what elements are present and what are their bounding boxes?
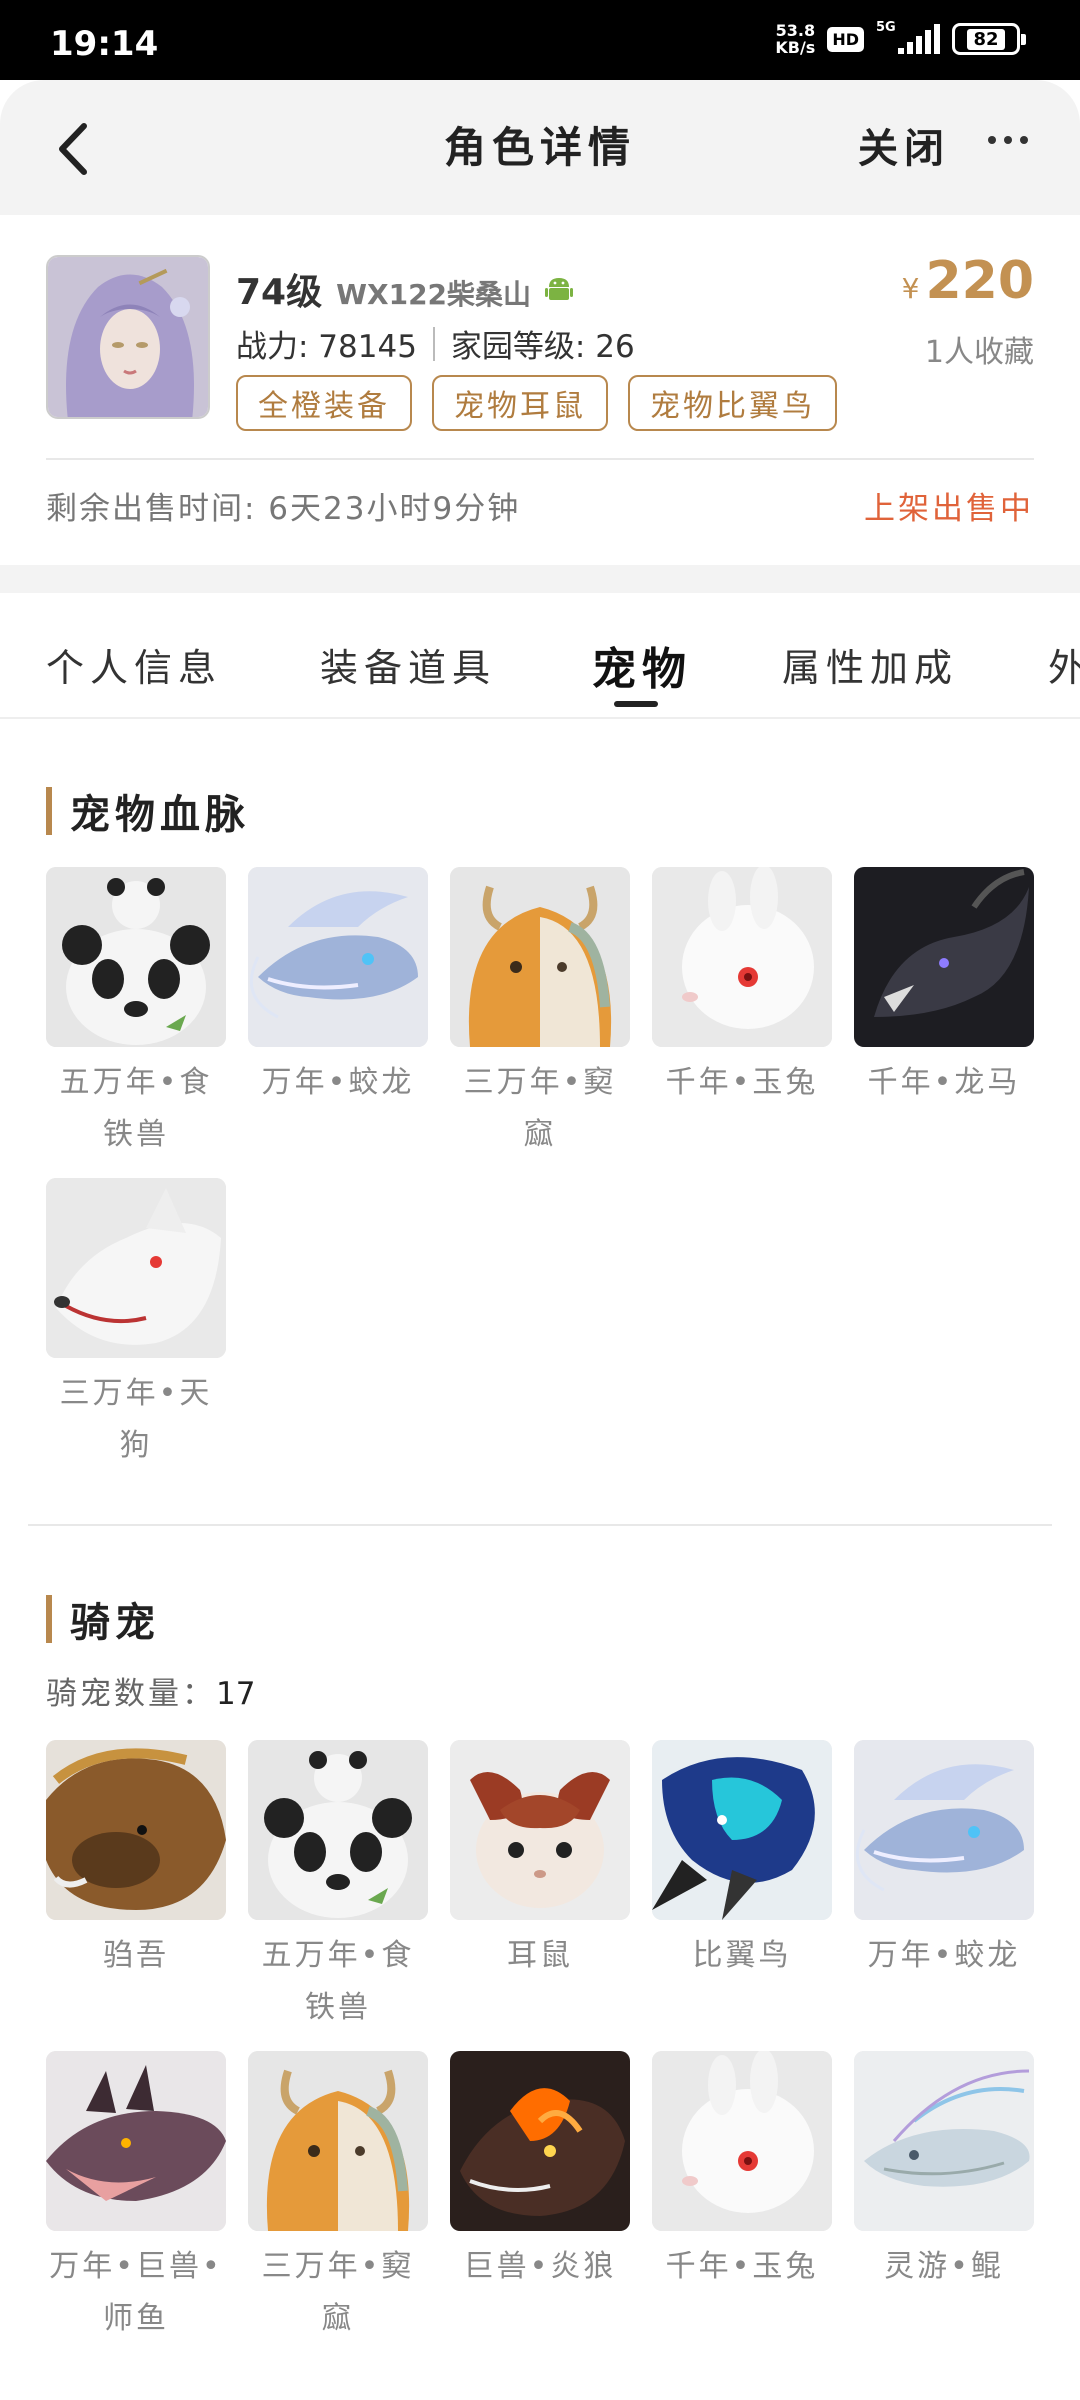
role-card: 74级 WX122柴桑山 战力: 78145 家园等级: 26 全橙装备 宠物耳…	[0, 215, 1080, 565]
rabbit-icon	[652, 867, 832, 1047]
android-icon	[545, 278, 574, 300]
pet-name: 耳鼠	[507, 1938, 573, 1973]
price-value: 220	[925, 251, 1034, 311]
more-icon[interactable]	[988, 136, 1028, 144]
pet-card[interactable]: 五万年•食铁兽	[46, 867, 226, 1161]
section-title: 宠物血脉	[70, 792, 250, 838]
pet-name: 五万年•食铁兽	[261, 1938, 415, 2025]
pet-name: 三万年•天狗	[59, 1376, 213, 1463]
pet-name: 千年•龙马	[867, 1065, 1021, 1100]
pet-name: 比翼鸟	[692, 1938, 792, 1973]
tab-attributes[interactable]: 属性加成	[782, 637, 958, 692]
pet-name: 巨兽•炎狼	[463, 2249, 617, 2284]
favorites-count: 1人收藏	[924, 335, 1034, 370]
pet-card[interactable]: 巨兽•炎狼	[450, 2051, 630, 2293]
tab-equipment[interactable]: 装备道具	[320, 637, 496, 692]
pet-name: 五万年•食铁兽	[59, 1065, 213, 1152]
bird-icon	[652, 1740, 832, 1920]
mount-count: 骑宠数量：17	[46, 1676, 256, 1712]
pet-name: 驺吾	[103, 1938, 169, 1973]
detail-tabs: 个人信息 装备道具 宠物 属性加成 外	[0, 593, 1080, 719]
pet-card[interactable]: 耳鼠	[450, 1740, 630, 1982]
battery-icon: 82	[952, 23, 1026, 55]
role-stats: 战力: 78145 家园等级: 26	[236, 321, 635, 366]
section-mounts-header: 骑宠	[46, 1590, 160, 1648]
price: ¥220	[902, 251, 1034, 311]
divider	[28, 1524, 1052, 1526]
pet-name: 三万年•窫窳	[463, 1065, 617, 1152]
network-speed: 53.8 KB/s	[775, 21, 816, 57]
pet-name: 三万年•窫窳	[261, 2249, 415, 2336]
pet-name: 灵游•鲲	[884, 2249, 1004, 2284]
divider	[432, 326, 435, 361]
dragon-icon	[854, 1740, 1034, 1920]
role-headline: 74级 WX122柴桑山	[236, 263, 574, 315]
role-server: WX122柴桑山	[336, 278, 532, 311]
dark-dragon-icon	[854, 867, 1034, 1047]
currency-symbol: ¥	[901, 272, 920, 305]
rabbit-icon	[652, 2051, 832, 2231]
pet-card[interactable]: 万年•蛟龙	[854, 1740, 1034, 1982]
pet-card[interactable]: 千年•玉兔	[652, 867, 832, 1109]
nav-bar: 角色详情 关闭	[0, 80, 1080, 215]
pet-name: 万年•蛟龙	[867, 1938, 1021, 1973]
close-button[interactable]: 关闭	[858, 116, 950, 174]
role-level: 74级	[236, 272, 323, 313]
status-time: 19:14	[50, 24, 159, 64]
tab-personal-info[interactable]: 个人信息	[46, 637, 222, 692]
dragon-icon	[248, 867, 428, 1047]
signal-icon: 5G	[876, 20, 940, 54]
pet-card[interactable]: 千年•龙马	[854, 867, 1034, 1109]
fire-wolf-icon	[450, 2051, 630, 2231]
role-tags: 全橙装备 宠物耳鼠 宠物比翼鸟	[236, 375, 837, 431]
section-bloodline-header: 宠物血脉	[46, 782, 250, 840]
pet-card[interactable]: 万年•蛟龙	[248, 867, 428, 1109]
role-detail-sheet: 角色详情 关闭 74级 WX122柴桑山 战力: 78145 家园等级: 26 …	[0, 80, 1080, 2400]
combat-power: 战力: 78145	[236, 329, 417, 365]
remaining-sale-time: 剩余出售时间: 6天23小时9分钟	[46, 491, 521, 527]
pet-card[interactable]: 三万年•窫窳	[248, 2051, 428, 2345]
divider	[0, 565, 1080, 593]
panda-icon	[248, 1740, 428, 1920]
pet-card[interactable]: 三万年•窫窳	[450, 867, 630, 1161]
home-level: 家园等级: 26	[450, 329, 635, 365]
sale-status: 上架出售中	[864, 491, 1034, 527]
pet-card[interactable]: 灵游•鲲	[854, 2051, 1034, 2293]
active-tab-indicator	[614, 701, 658, 707]
section-title: 骑宠	[70, 1600, 160, 1646]
pet-name: 万年•蛟龙	[261, 1065, 415, 1100]
pet-name: 千年•玉兔	[665, 1065, 819, 1100]
fox-mask-icon	[248, 2051, 428, 2231]
fox-mask-icon	[450, 867, 630, 1047]
divider	[46, 458, 1034, 460]
status-icons: 53.8 KB/s HD 5G 82	[775, 20, 1026, 57]
panda-icon	[46, 867, 226, 1047]
status-bar: 19:14 53.8 KB/s HD 5G 82	[0, 0, 1080, 80]
pet-card[interactable]: 五万年•食铁兽	[248, 1740, 428, 2034]
tag-badge: 宠物耳鼠	[432, 375, 608, 431]
pet-card[interactable]: 比翼鸟	[652, 1740, 832, 1982]
wolf-icon	[46, 1178, 226, 1358]
tab-pets[interactable]: 宠物	[592, 633, 692, 697]
boar-icon	[46, 1740, 226, 1920]
avatar[interactable]	[46, 255, 210, 419]
tab-appearance[interactable]: 外	[1048, 637, 1080, 692]
tag-badge: 全橙装备	[236, 375, 412, 431]
mount-count-value: 17	[216, 1676, 256, 1712]
lizard-icon	[46, 2051, 226, 2231]
pet-card[interactable]: 千年•玉兔	[652, 2051, 832, 2293]
pet-card[interactable]: 万年•巨兽•师鱼	[46, 2051, 226, 2345]
pet-name: 万年•巨兽•师鱼	[49, 2249, 223, 2336]
kun-fish-icon	[854, 2051, 1034, 2231]
pet-card[interactable]: 三万年•天狗	[46, 1178, 226, 1472]
mouse-icon	[450, 1740, 630, 1920]
pet-card[interactable]: 驺吾	[46, 1740, 226, 1982]
tag-badge: 宠物比翼鸟	[628, 375, 837, 431]
pet-name: 千年•玉兔	[665, 2249, 819, 2284]
hd-icon: HD	[827, 26, 864, 52]
